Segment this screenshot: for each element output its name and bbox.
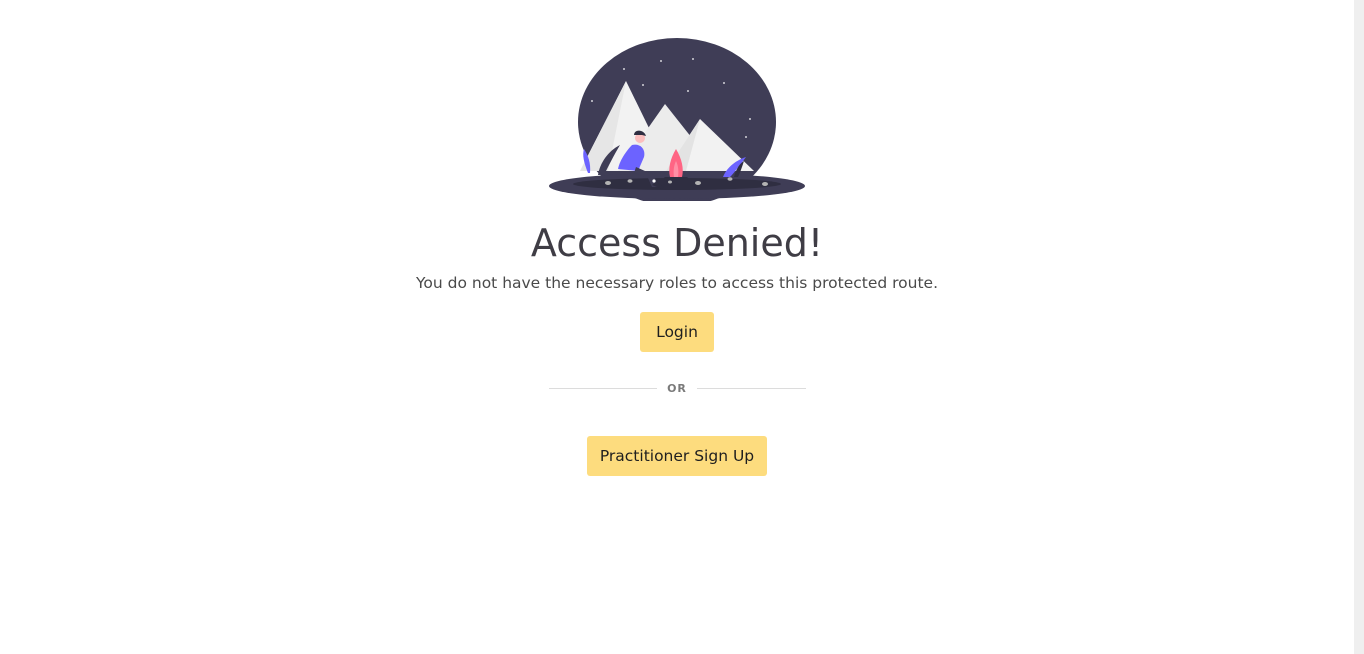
divider-line-left <box>549 388 657 389</box>
page-scrollbar[interactable] <box>1354 0 1364 654</box>
access-denied-message: You do not have the necessary roles to a… <box>415 274 939 292</box>
login-button[interactable]: Login <box>640 312 714 352</box>
page-title: Access Denied! <box>530 221 824 265</box>
practitioner-sign-up-button[interactable]: Practitioner Sign Up <box>587 436 767 476</box>
divider-or-label: OR <box>667 382 687 395</box>
divider-line-right <box>697 388 806 389</box>
access-denied-page: Access Denied! You do not have the neces… <box>0 0 1364 654</box>
camping-mountains-illustration <box>549 38 805 201</box>
